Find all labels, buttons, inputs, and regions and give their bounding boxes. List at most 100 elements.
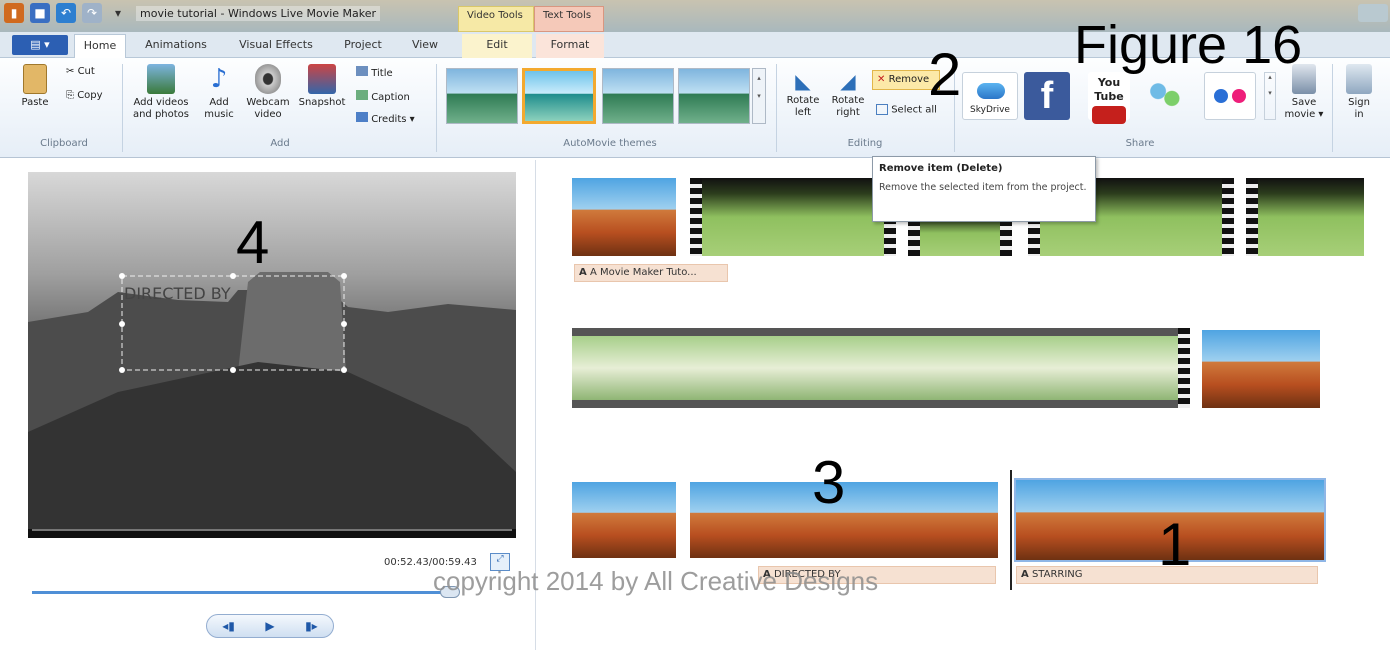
editing-group-label: Editing [847,138,883,149]
tab-animations[interactable]: Animations [134,34,218,58]
snapshot-label: Snapshot [298,97,346,108]
credits-button[interactable]: Credits ▾ [356,112,415,126]
tooltip-title: Remove item (Delete) [879,163,1003,174]
clip-desert-transition[interactable] [1202,330,1320,408]
tab-format[interactable]: Format [536,34,604,58]
film-sprocket [1178,328,1190,408]
youtube-logo-shape [1092,106,1126,124]
text-icon: A [1021,569,1029,580]
theme-thumbnail-selected[interactable] [522,68,596,124]
seek-bar[interactable] [32,591,452,594]
preview-monitor[interactable]: DIRECTED BY [28,172,516,538]
gallery-scroll[interactable]: ▴ ▾ [752,68,766,124]
add-videos-label: Add videos and photos [132,97,190,120]
copy-button[interactable]: ⎘ Copy [66,90,103,102]
clip-video-bird-long[interactable] [572,328,1190,408]
tab-visual-effects[interactable]: Visual Effects [228,34,324,58]
share-gallery-scroll[interactable]: ▴ ▾ [1264,72,1276,120]
group-separator [1332,64,1333,152]
annotation-2: 2 [928,41,962,108]
play-icon[interactable]: ▶ [265,619,274,633]
rotate-right-button[interactable]: ◢ Rotate right [828,70,868,119]
theme-thumbnail[interactable] [602,68,674,124]
playhead[interactable] [1010,470,1012,590]
monument-valley-image [28,272,516,538]
add-music-button[interactable]: ♪ Add music [198,64,240,121]
tab-view[interactable]: View [402,34,448,58]
save-icon[interactable]: ■ [30,3,50,23]
redo-icon[interactable]: ↷ [82,3,102,23]
credits-label: Credits [371,114,407,125]
film-sprocket [1246,178,1258,256]
group-separator [776,64,777,152]
previous-frame-icon[interactable]: ◂▮ [222,619,235,633]
group-separator [122,64,123,152]
paste-button[interactable]: Paste [20,64,50,109]
theme-thumbnail[interactable] [678,68,750,124]
caption-text: A Movie Maker Tuto... [589,267,697,278]
share-group-label: Share [1125,138,1155,149]
add-music-label: Add music [204,97,234,120]
photo-icon [147,64,175,94]
annotation-3: 3 [812,449,846,516]
paste-icon [23,64,47,94]
group-separator [436,64,437,152]
flickr-icon[interactable] [1204,72,1256,120]
clip-desert[interactable] [572,482,676,558]
cut-button[interactable]: ✂ Cut [66,66,95,78]
sign-in-button[interactable]: Sign in [1342,64,1376,121]
copyright-watermark: copyright 2014 by All Creative Designs [433,566,879,596]
window-control-button[interactable] [1358,4,1388,22]
messenger-icon[interactable] [1142,72,1188,120]
music-note-icon: ♪ [210,64,228,94]
tab-project[interactable]: Project [334,34,392,58]
film-sprocket [1222,178,1234,256]
tab-home[interactable]: Home [74,34,126,58]
skydrive-icon [977,83,1005,99]
add-group-label: Add [270,138,290,149]
rotate-left-button[interactable]: ◣ Rotate left [784,70,822,119]
text-tools-context: Text Tools [534,6,604,32]
tab-edit[interactable]: Edit [462,34,532,58]
preview-caption-text[interactable]: DIRECTED BY [124,284,231,303]
youtube-icon[interactable]: You Tube [1088,72,1130,124]
webcam-button[interactable]: Webcam video [244,64,292,121]
cut-label: Cut [77,66,95,77]
flickr-blue-dot [1214,89,1228,103]
skydrive-label: SkyDrive [970,105,1010,115]
remove-label: Remove [888,74,930,85]
customize-qat-icon[interactable]: ▾ [108,3,128,23]
user-icon [1346,64,1372,94]
next-frame-icon[interactable]: ▮▸ [305,619,318,633]
copy-label: Copy [77,90,103,101]
annotation-4: 4 [236,209,270,276]
playback-controls: ◂▮ ▶ ▮▸ [206,614,334,638]
title-button[interactable]: Title [356,66,393,80]
facebook-icon[interactable]: f [1024,72,1070,120]
themes-group-label: AutoMovie themes [563,138,657,149]
clip-video-tree[interactable] [690,178,896,256]
annotation-1: 1 [1158,511,1192,578]
rotate-right-icon: ◢ [840,69,856,93]
sign-in-label: Sign in [1348,97,1370,120]
clip-title-desert[interactable] [572,178,676,256]
undo-icon[interactable]: ↶ [56,3,76,23]
caption-bar[interactable]: A A Movie Maker Tuto... [574,264,728,282]
file-menu-button[interactable]: ▤ ▾ [12,35,68,55]
skydrive-button[interactable]: SkyDrive [962,72,1018,120]
snapshot-button[interactable]: Snapshot [296,64,348,109]
app-icon[interactable]: ▮ [4,3,24,23]
film-sprocket [690,178,702,256]
snapshot-icon [308,64,336,94]
scissors-icon: ✂ [66,66,75,77]
clip-video-bird-2[interactable] [1246,178,1364,256]
webcam-label: Webcam video [246,97,290,120]
caption-button[interactable]: Caption [356,90,410,104]
theme-thumbnail[interactable] [446,68,518,124]
rotate-left-icon: ◣ [795,69,811,93]
rotate-left-label: Rotate left [786,95,820,118]
flickr-pink-dot [1232,89,1246,103]
credits-icon [356,112,368,122]
clipboard-group-label: Clipboard [40,138,88,149]
add-videos-button[interactable]: Add videos and photos [128,64,194,121]
